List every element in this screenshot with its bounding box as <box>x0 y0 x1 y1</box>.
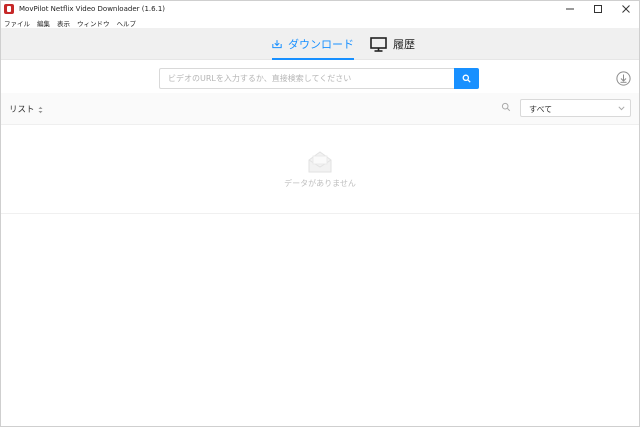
main-header: ダウンロード 履歴 <box>0 28 640 78</box>
search-bar-row <box>0 61 640 93</box>
sort-arrows-icon <box>38 106 43 113</box>
list-sort-toggle[interactable]: リスト <box>9 103 43 115</box>
empty-inbox-icon <box>308 151 332 173</box>
url-search-input[interactable] <box>159 68 454 89</box>
app-logo-icon <box>4 3 14 14</box>
maximize-button[interactable] <box>584 0 612 17</box>
search-icon <box>462 74 471 83</box>
menu-item-help[interactable]: ヘルプ <box>117 18 137 28</box>
menu-item-edit[interactable]: 編集 <box>37 18 50 28</box>
empty-state: データがありません <box>0 126 640 214</box>
filter-dropdown[interactable]: すべて <box>520 99 631 117</box>
filter-selected-value: すべて <box>529 105 553 114</box>
minimize-button[interactable] <box>556 0 584 17</box>
menu-item-view[interactable]: 表示 <box>57 18 70 28</box>
list-label: リスト <box>9 105 35 115</box>
tab-download-label: ダウンロード <box>288 38 354 51</box>
empty-state-text: データがありません <box>284 179 356 188</box>
search-button[interactable] <box>454 68 479 89</box>
tab-history-label: 履歴 <box>393 38 415 51</box>
close-button[interactable] <box>612 0 640 17</box>
window-controls <box>556 0 640 17</box>
monitor-icon <box>370 36 387 52</box>
minimize-icon <box>566 8 574 9</box>
chevron-down-icon <box>618 106 625 111</box>
close-icon <box>622 4 630 13</box>
active-tab-indicator <box>272 58 354 60</box>
tab-history[interactable]: 履歴 <box>370 28 420 60</box>
title-bar: MovPilot Netflix Video Downloader (1.6.1… <box>0 0 640 17</box>
download-tray-icon <box>272 40 282 49</box>
maximize-icon <box>594 4 602 13</box>
menu-bar: ファイル 編集 表示 ウィンドウ ヘルプ <box>0 17 640 28</box>
tab-download[interactable]: ダウンロード <box>272 28 354 60</box>
menu-item-window[interactable]: ウィンドウ <box>77 18 110 28</box>
download-circle-icon[interactable] <box>616 71 631 86</box>
menu-item-file[interactable]: ファイル <box>4 18 30 28</box>
filter-search-icon[interactable] <box>501 102 511 112</box>
window-title: MovPilot Netflix Video Downloader (1.6.1… <box>19 4 165 13</box>
